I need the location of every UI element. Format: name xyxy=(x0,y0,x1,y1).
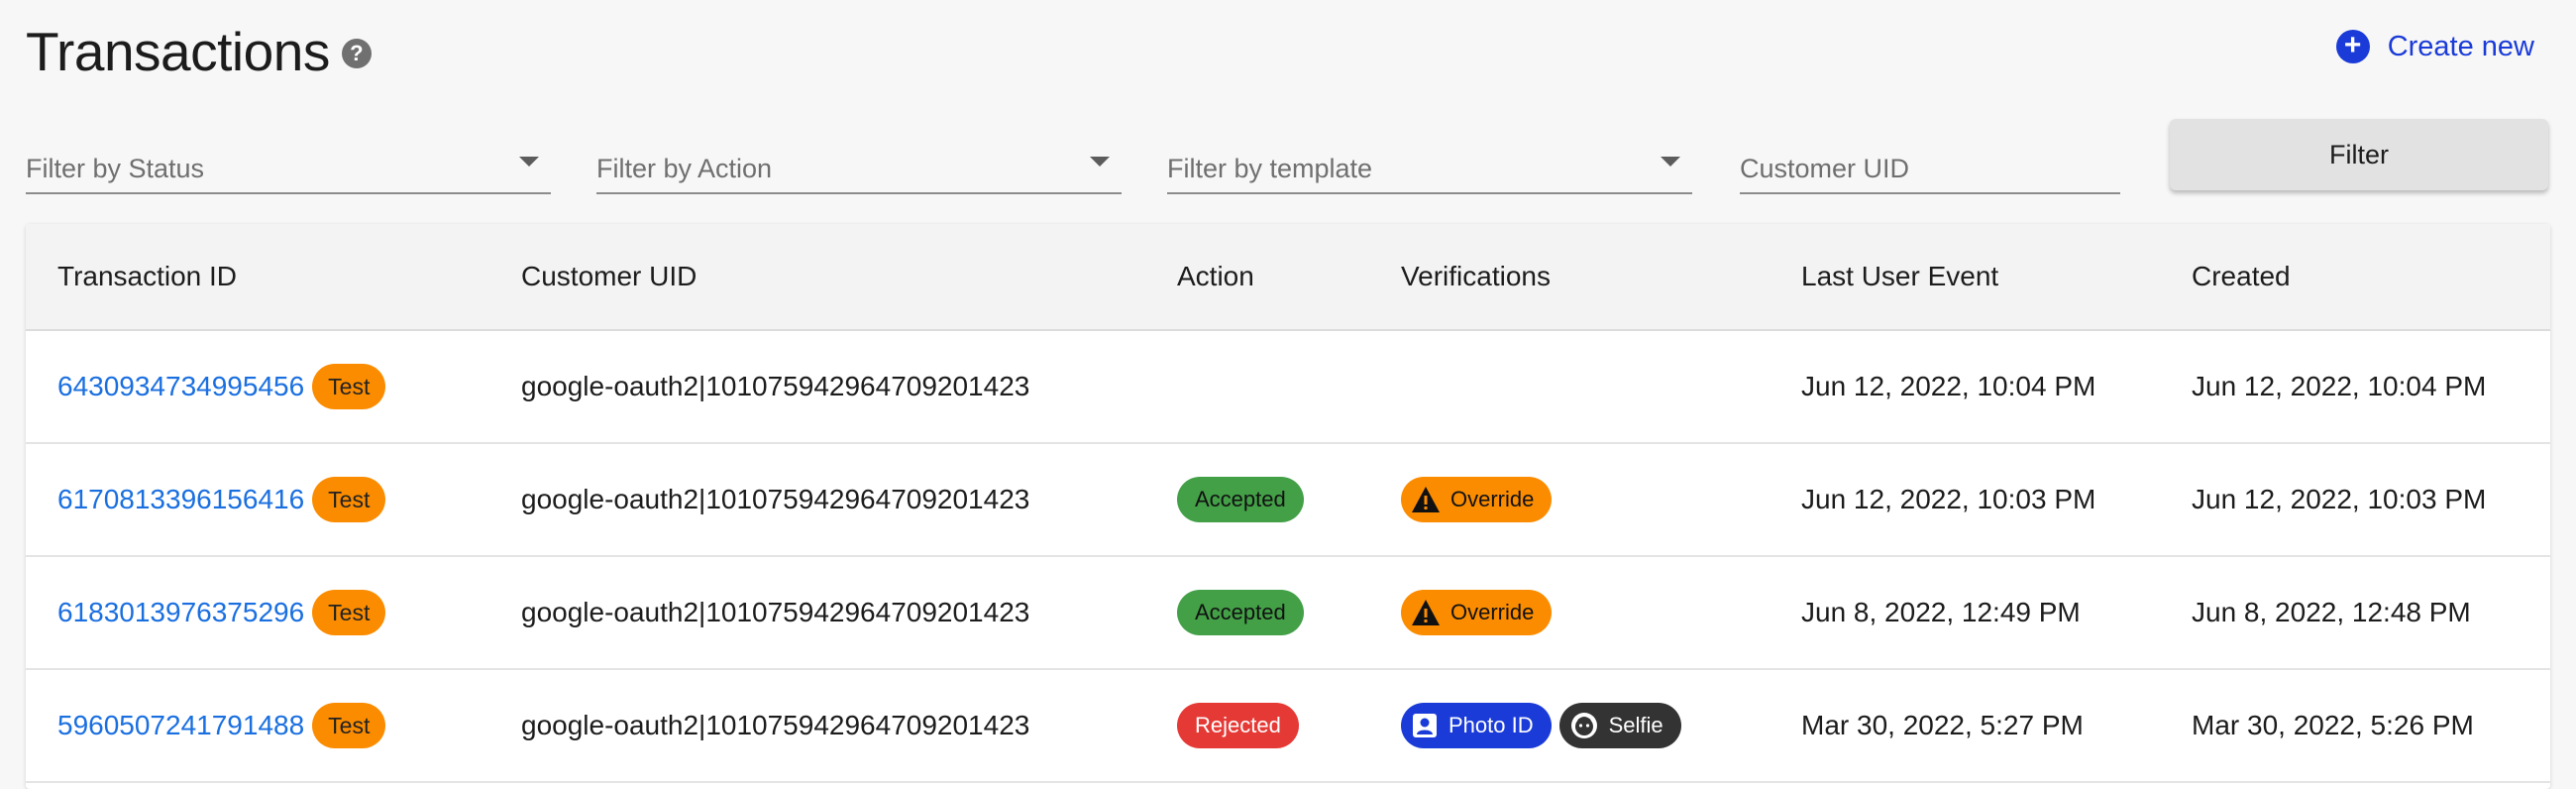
transaction-id-link[interactable]: 6183013976375296 xyxy=(57,597,304,628)
photo-id-verification-badge: Photo ID xyxy=(1401,703,1552,748)
create-new-label: Create new xyxy=(2387,30,2534,62)
filter-button[interactable]: Filter xyxy=(2170,119,2548,190)
accepted-status-badge: Accepted xyxy=(1177,590,1304,635)
verification-label: Override xyxy=(1450,487,1535,511)
table-row[interactable]: 6183013976375296 Test google-oauth2|1010… xyxy=(26,557,2550,670)
table-row[interactable]: 5960507241791488 Test google-oauth2|1010… xyxy=(26,670,2550,783)
plus-circle-icon: + xyxy=(2335,30,2370,63)
status-filter-placeholder: Filter by Status xyxy=(26,153,205,183)
column-header-customer-uid[interactable]: Customer UID xyxy=(521,224,697,329)
action-cell: Rejected xyxy=(1177,670,1299,781)
test-badge: Test xyxy=(312,590,386,635)
customer-uid-cell: google-oauth2|101075942964709201423 xyxy=(521,597,1030,627)
action-cell: Accepted xyxy=(1177,557,1304,668)
help-icon[interactable]: ? xyxy=(341,39,372,68)
verification-label: Selfie xyxy=(1608,713,1664,737)
action-cell: Accepted xyxy=(1177,444,1304,555)
id-card-icon xyxy=(1411,712,1439,739)
page-title: Transactions xyxy=(26,21,330,82)
action-filter-placeholder: Filter by Action xyxy=(596,153,773,183)
filter-bar: Filter by Status Filter by Action Filter… xyxy=(26,119,2550,198)
last-user-event-cell: Mar 30, 2022, 5:27 PM xyxy=(1801,710,2084,740)
column-header-transaction-id[interactable]: Transaction ID xyxy=(57,224,237,329)
transaction-id-cell: 6170813396156416 Test xyxy=(57,444,386,555)
created-cell: Mar 30, 2022, 5:26 PM xyxy=(2192,710,2474,740)
column-header-last-user-event[interactable]: Last User Event xyxy=(1801,224,1998,329)
accepted-status-badge: Accepted xyxy=(1177,477,1304,522)
created-cell: Jun 12, 2022, 10:03 PM xyxy=(2192,484,2487,514)
customer-uid-placeholder: Customer UID xyxy=(1740,153,1910,183)
column-header-verifications[interactable]: Verifications xyxy=(1401,224,1551,329)
column-header-created[interactable]: Created xyxy=(2192,224,2291,329)
template-filter-select[interactable]: Filter by template xyxy=(1167,139,1692,194)
verification-label: Photo ID xyxy=(1449,713,1534,737)
transaction-id-link[interactable]: 6430934734995456 xyxy=(57,371,304,402)
verification-label: Override xyxy=(1450,600,1535,624)
created-cell: Jun 12, 2022, 10:04 PM xyxy=(2192,371,2487,401)
verifications-cell: Override xyxy=(1401,557,1559,668)
test-badge: Test xyxy=(312,364,386,409)
table-row[interactable]: 6430934734995456 Test google-oauth2|1010… xyxy=(26,331,2550,444)
rejected-status-badge: Rejected xyxy=(1177,703,1299,748)
customer-uid-cell: google-oauth2|101075942964709201423 xyxy=(521,371,1030,401)
template-filter-placeholder: Filter by template xyxy=(1167,153,1373,183)
table-row[interactable]: 6170813396156416 Test google-oauth2|1010… xyxy=(26,444,2550,557)
test-badge: Test xyxy=(312,703,386,748)
column-header-action[interactable]: Action xyxy=(1177,224,1254,329)
customer-uid-input[interactable]: Customer UID xyxy=(1740,139,2120,194)
test-badge: Test xyxy=(312,477,386,522)
warning-icon xyxy=(1411,599,1441,626)
last-user-event-cell: Jun 8, 2022, 12:49 PM xyxy=(1801,597,2081,627)
transaction-id-link[interactable]: 5960507241791488 xyxy=(57,710,304,741)
transaction-id-cell: 6183013976375296 Test xyxy=(57,557,386,668)
customer-uid-cell: google-oauth2|101075942964709201423 xyxy=(521,484,1030,514)
verifications-cell: Photo ID Selfie xyxy=(1401,670,1689,781)
caret-down-icon xyxy=(1090,157,1110,167)
status-filter-select[interactable]: Filter by Status xyxy=(26,139,551,194)
verifications-cell: Override xyxy=(1401,444,1559,555)
page-header: Transactions ? xyxy=(26,14,372,89)
transaction-id-cell: 5960507241791488 Test xyxy=(57,670,386,781)
action-filter-select[interactable]: Filter by Action xyxy=(596,139,1122,194)
transactions-table: Transaction ID Customer UID Action Verif… xyxy=(26,224,2550,789)
transaction-id-link[interactable]: 6170813396156416 xyxy=(57,484,304,515)
last-user-event-cell: Jun 12, 2022, 10:04 PM xyxy=(1801,371,2096,401)
create-new-button[interactable]: + Create new xyxy=(2335,30,2534,63)
selfie-verification-badge: Selfie xyxy=(1558,703,1681,748)
caret-down-icon xyxy=(519,157,539,167)
warning-icon xyxy=(1411,486,1441,513)
created-cell: Jun 8, 2022, 12:48 PM xyxy=(2192,597,2471,627)
customer-uid-cell: google-oauth2|101075942964709201423 xyxy=(521,710,1030,740)
transaction-id-cell: 6430934734995456 Test xyxy=(57,331,386,442)
last-user-event-cell: Jun 12, 2022, 10:03 PM xyxy=(1801,484,2096,514)
selfie-face-icon xyxy=(1569,711,1599,740)
caret-down-icon xyxy=(1661,157,1680,167)
override-verification-badge: Override xyxy=(1401,590,1553,635)
table-header: Transaction ID Customer UID Action Verif… xyxy=(26,224,2550,331)
override-verification-badge: Override xyxy=(1401,477,1553,522)
